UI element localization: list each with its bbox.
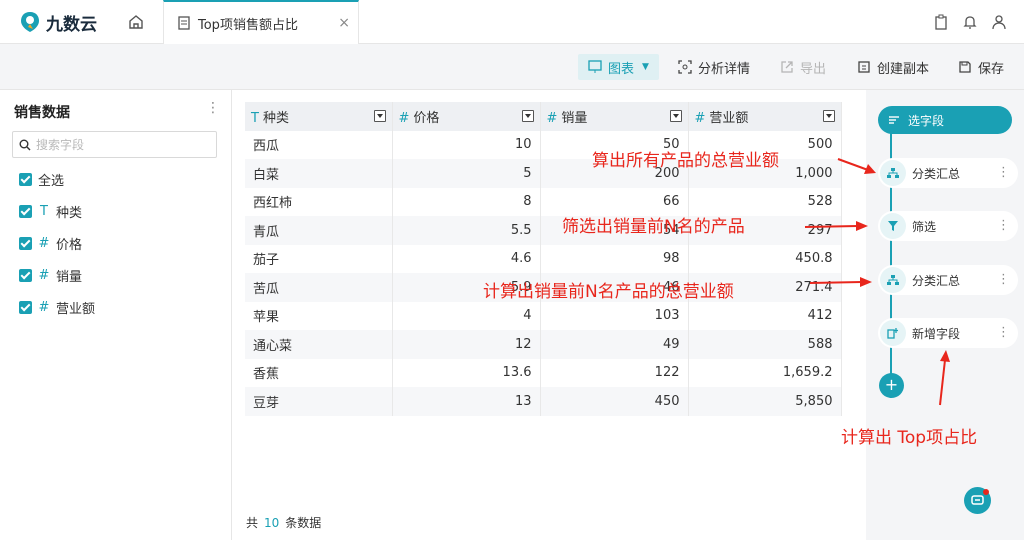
annotation-arrows: [804, 158, 950, 406]
